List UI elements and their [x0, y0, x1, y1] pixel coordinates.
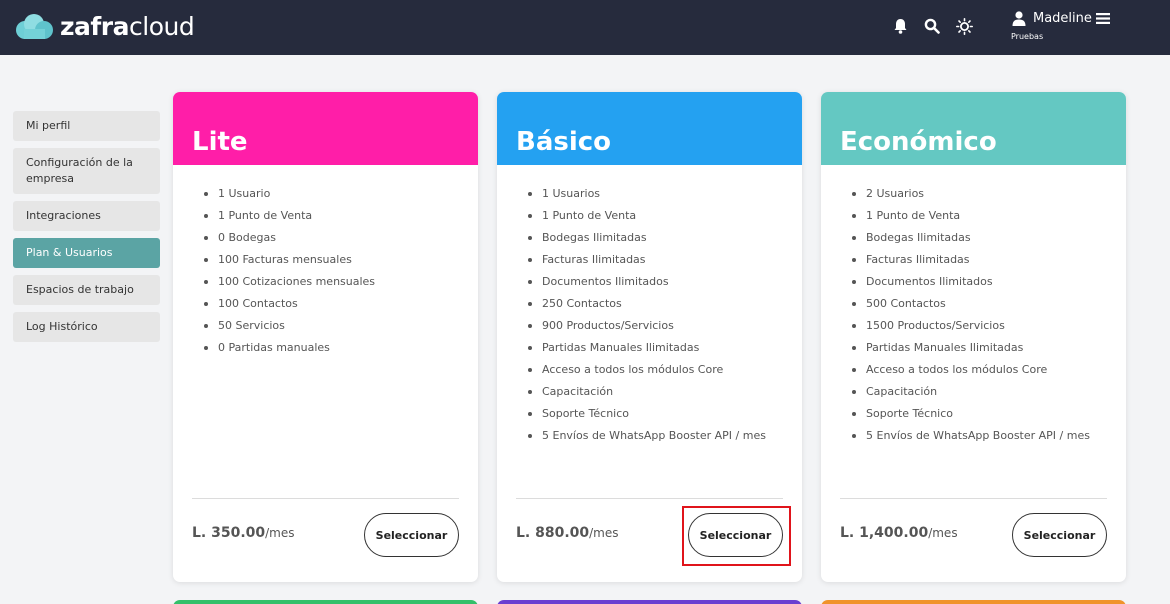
- feature-item: 1 Usuario: [202, 183, 375, 205]
- user-icon: [1012, 11, 1026, 26]
- feature-item: 5 Envíos de WhatsApp Booster API / mes: [850, 425, 1090, 447]
- feature-item: Soporte Técnico: [850, 403, 1090, 425]
- feature-item: 100 Cotizaciones mensuales: [202, 271, 375, 293]
- sidebar-item-mi-perfil[interactable]: Mi perfil: [13, 111, 160, 141]
- select-plan-button[interactable]: Seleccionar: [364, 513, 459, 557]
- divider: [840, 498, 1107, 499]
- plan-features: 1 Usuario 1 Punto de Venta 0 Bodegas 100 Fa…: [202, 183, 375, 359]
- sun-icon[interactable]: [955, 17, 973, 35]
- feature-item: 5 Envíos de WhatsApp Booster API / mes: [526, 425, 766, 447]
- divider: [192, 498, 459, 499]
- sidebar-item-plan-usuarios[interactable]: Plan & Usuarios: [13, 238, 160, 268]
- feature-item: 0 Partidas manuales: [202, 337, 375, 359]
- bell-icon[interactable]: [891, 17, 909, 35]
- feature-item: 1500 Productos/Servicios: [850, 315, 1090, 337]
- feature-item: 0 Bodegas: [202, 227, 375, 249]
- feature-item: Bodegas Ilimitadas: [850, 227, 1090, 249]
- plan-card-peek: [821, 600, 1126, 604]
- plan-header: Lite: [173, 92, 478, 165]
- plan-header: Básico: [497, 92, 802, 165]
- feature-item: 1 Punto de Venta: [202, 205, 375, 227]
- plan-card-lite: Lite 1 Usuario 1 Punto de Venta 0 Bodegas 1…: [173, 92, 478, 582]
- highlight-box: [682, 506, 791, 566]
- sidebar-item-configuracion-empresa[interactable]: Configuración de la empresa: [13, 148, 160, 194]
- user-workspace: Pruebas: [1011, 32, 1044, 41]
- plan-title: Económico: [840, 127, 997, 157]
- top-navbar: zafracloud Madeline Pruebas: [0, 0, 1170, 55]
- hamburger-menu-icon[interactable]: [1096, 12, 1110, 25]
- divider: [516, 498, 783, 499]
- feature-item: Documentos Ilimitados: [526, 271, 766, 293]
- sidebar-item-log-historico[interactable]: Log Histórico: [13, 312, 160, 342]
- select-plan-button[interactable]: Seleccionar: [1012, 513, 1107, 557]
- cloud-logo-icon: [16, 14, 53, 39]
- plan-card-peek: [173, 600, 478, 604]
- feature-item: Capacitación: [850, 381, 1090, 403]
- feature-item: 1 Punto de Venta: [850, 205, 1090, 227]
- plan-title: Lite: [192, 127, 248, 157]
- plan-card-peek: [497, 600, 802, 604]
- feature-item: 100 Contactos: [202, 293, 375, 315]
- plan-price: L. 880.00/mes: [516, 525, 619, 541]
- settings-sidebar: Mi perfil Configuración de la empresa In…: [13, 111, 160, 349]
- feature-item: Capacitación: [526, 381, 766, 403]
- feature-item: Facturas Ilimitadas: [526, 249, 766, 271]
- feature-item: 50 Servicios: [202, 315, 375, 337]
- plan-card-economico: Económico 2 Usuarios 1 Punto de Venta Bode…: [821, 92, 1126, 582]
- plan-price: L. 350.00/mes: [192, 525, 295, 541]
- feature-item: 900 Productos/Servicios: [526, 315, 766, 337]
- sidebar-item-espacios-trabajo[interactable]: Espacios de trabajo: [13, 275, 160, 305]
- feature-item: 2 Usuarios: [850, 183, 1090, 205]
- user-name: Madeline: [1033, 11, 1092, 26]
- plan-title: Básico: [516, 127, 612, 157]
- plan-features: 1 Usuarios 1 Punto de Venta Bodegas Ilimit…: [526, 183, 766, 447]
- search-icon[interactable]: [923, 17, 941, 35]
- app-logo[interactable]: zafracloud: [14, 12, 195, 42]
- feature-item: Soporte Técnico: [526, 403, 766, 425]
- sidebar-item-integraciones[interactable]: Integraciones: [13, 201, 160, 231]
- plan-features: 2 Usuarios 1 Punto de Venta Bodegas Ilimit…: [850, 183, 1090, 447]
- feature-item: Acceso a todos los módulos Core: [526, 359, 766, 381]
- feature-item: 1 Punto de Venta: [526, 205, 766, 227]
- plan-price: L. 1,400.00/mes: [840, 525, 958, 541]
- feature-item: 1 Usuarios: [526, 183, 766, 205]
- feature-item: Partidas Manuales Ilimitadas: [526, 337, 766, 359]
- logo-text: zafracloud: [60, 12, 195, 41]
- feature-item: Documentos Ilimitados: [850, 271, 1090, 293]
- feature-item: Partidas Manuales Ilimitadas: [850, 337, 1090, 359]
- plan-header: Económico: [821, 92, 1126, 165]
- feature-item: Facturas Ilimitadas: [850, 249, 1090, 271]
- feature-item: Acceso a todos los módulos Core: [850, 359, 1090, 381]
- feature-item: Bodegas Ilimitadas: [526, 227, 766, 249]
- user-menu[interactable]: Madeline Pruebas: [1011, 10, 1121, 46]
- feature-item: 100 Facturas mensuales: [202, 249, 375, 271]
- feature-item: 250 Contactos: [526, 293, 766, 315]
- feature-item: 500 Contactos: [850, 293, 1090, 315]
